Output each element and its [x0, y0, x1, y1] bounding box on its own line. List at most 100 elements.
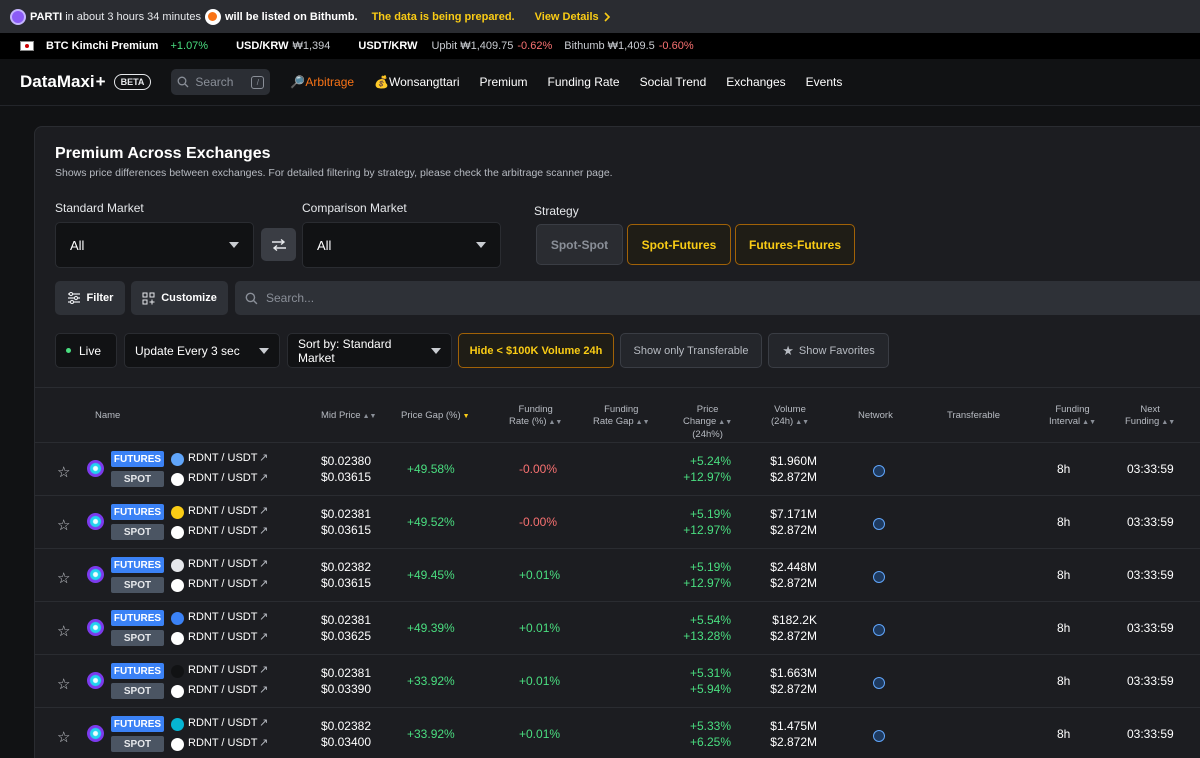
nav-events[interactable]: Events: [806, 75, 843, 89]
header-price-change-line1: Price: [696, 404, 719, 415]
comparison-market-select[interactable]: All: [302, 222, 501, 268]
price-change-futures: +5.24%: [689, 454, 731, 468]
standard-market-select[interactable]: All: [55, 222, 254, 268]
update-interval-select[interactable]: Update Every 3 sec: [124, 333, 280, 368]
favorite-star-icon[interactable]: ☆: [57, 516, 70, 534]
favorite-star-icon[interactable]: ☆: [57, 675, 70, 693]
datamaxi-logo[interactable]: DataMaxi +: [20, 72, 106, 92]
table-row[interactable]: ☆ FUTURES SPOT RDNT / USDT RDNT / USDT ↗…: [35, 707, 1200, 758]
view-details-link[interactable]: View Details: [535, 11, 611, 23]
header-name[interactable]: Name: [95, 410, 120, 422]
external-link-icon[interactable]: ↗: [259, 736, 268, 749]
header-funding-rate-gap[interactable]: Funding Rate Gap ▲▼: [593, 404, 650, 429]
price-change-futures: +5.19%: [689, 507, 731, 521]
external-link-icon[interactable]: ↗: [259, 577, 268, 590]
spot-tag: SPOT: [111, 683, 164, 699]
show-transferable-button[interactable]: Show only Transferable: [620, 333, 762, 368]
spot-tag: SPOT: [111, 577, 164, 593]
strategy-spot-spot[interactable]: Spot-Spot: [536, 224, 623, 265]
table-row[interactable]: ☆ FUTURES SPOT RDNT / USDT RDNT / USDT ↗…: [35, 654, 1200, 707]
volume-spot: $2.872M: [770, 629, 817, 643]
spot-pair[interactable]: RDNT / USDT: [188, 578, 257, 590]
next-funding: 03:33:59: [1127, 515, 1174, 529]
futures-pair[interactable]: RDNT / USDT: [188, 611, 257, 623]
header-transferable: Transferable: [947, 410, 1000, 421]
spot-pair[interactable]: RDNT / USDT: [188, 631, 257, 643]
favorite-star-icon[interactable]: ☆: [57, 622, 70, 640]
hide-low-volume-button[interactable]: Hide < $100K Volume 24h: [458, 333, 614, 368]
strategy-spot-futures[interactable]: Spot-Futures: [627, 224, 731, 265]
external-link-icon[interactable]: ↗: [259, 630, 268, 643]
header-price-change[interactable]: Price Change ▲▼ (24h%): [683, 404, 732, 441]
view-details-label: View Details: [534, 10, 599, 23]
external-link-icon[interactable]: ↗: [259, 504, 268, 517]
futures-pair[interactable]: RDNT / USDT: [188, 452, 257, 464]
nav-wonsangttari[interactable]: 💰Wonsangttari: [374, 75, 459, 89]
kimchi-premium-label: BTC Kimchi Premium: [46, 40, 159, 52]
nav-premium[interactable]: Premium: [480, 75, 528, 89]
external-link-icon[interactable]: ↗: [259, 610, 268, 623]
external-link-icon[interactable]: ↗: [259, 471, 268, 484]
header-next-funding[interactable]: Next Funding ▲▼: [1125, 404, 1175, 429]
header-network: Network: [858, 410, 893, 421]
header-price-gap[interactable]: Price Gap (%) ▼: [401, 410, 470, 423]
header-volume[interactable]: Volume (24h) ▲▼: [771, 404, 809, 429]
nav-exchanges[interactable]: Exchanges: [726, 75, 785, 89]
spot-pair[interactable]: RDNT / USDT: [188, 525, 257, 537]
header-funding-interval[interactable]: Funding Interval ▲▼: [1049, 404, 1096, 429]
header-volume-line2: (24h): [771, 416, 794, 427]
strategy-futures-futures[interactable]: Futures-Futures: [735, 224, 855, 265]
mid-price: $0.02381 $0.03390: [319, 665, 371, 697]
header-funding-rate-line1: Funding: [518, 404, 553, 415]
mid-price-spot: $0.03615: [320, 576, 371, 590]
table-search-input[interactable]: Search...: [235, 281, 1200, 315]
strategy-label: Strategy: [534, 204, 579, 218]
mid-price-futures: $0.02380: [320, 454, 371, 468]
header-interval-line2: Interval: [1049, 416, 1081, 427]
funding-rate: -0.00%: [519, 515, 558, 529]
price-change-spot: +13.28%: [683, 629, 731, 643]
nav-search-input[interactable]: Search /: [171, 69, 271, 95]
filter-button[interactable]: Filter: [55, 281, 125, 315]
spot-pair[interactable]: RDNT / USDT: [188, 737, 257, 749]
show-favorites-button[interactable]: ★ Show Favorites: [768, 333, 889, 368]
external-link-icon[interactable]: ↗: [259, 716, 268, 729]
header-mid-price[interactable]: Mid Price ▲▼: [321, 410, 376, 423]
favorite-star-icon[interactable]: ☆: [57, 463, 70, 481]
network-icon: [873, 571, 885, 583]
table-row[interactable]: ☆ FUTURES SPOT RDNT / USDT RDNT / USDT ↗…: [35, 548, 1200, 601]
volume-futures: $182.2K: [772, 613, 817, 627]
sort-icon: ▲▼: [1082, 419, 1097, 426]
table-row[interactable]: ☆ FUTURES SPOT RDNT / USDT RDNT / USDT ↗…: [35, 601, 1200, 654]
swap-markets-button[interactable]: [261, 228, 296, 261]
futures-pair[interactable]: RDNT / USDT: [188, 664, 257, 676]
futures-pair[interactable]: RDNT / USDT: [188, 505, 257, 517]
external-link-icon[interactable]: ↗: [259, 524, 268, 537]
futures-pair[interactable]: RDNT / USDT: [188, 717, 257, 729]
nav-social-trend[interactable]: Social Trend: [640, 75, 707, 89]
customize-button[interactable]: Customize: [131, 281, 228, 315]
sort-select[interactable]: Sort by: Standard Market: [287, 333, 452, 368]
favorite-star-icon[interactable]: ☆: [57, 728, 70, 746]
nav-arbitrage[interactable]: 🔎Arbitrage: [290, 75, 354, 89]
spot-pair[interactable]: RDNT / USDT: [188, 684, 257, 696]
update-interval-value: Update Every 3 sec: [135, 343, 240, 358]
header-funding-rate[interactable]: Funding Rate (%) ▲▼: [509, 404, 562, 429]
funding-interval: 8h: [1057, 727, 1071, 741]
table-row[interactable]: ☆ FUTURES SPOT RDNT / USDT RDNT / USDT ↗…: [35, 495, 1200, 548]
live-toggle[interactable]: Live: [55, 333, 117, 368]
price-gap: +33.92%: [407, 727, 455, 741]
favorite-star-icon[interactable]: ☆: [57, 569, 70, 587]
price-change-futures: +5.54%: [689, 613, 731, 627]
futures-tag: FUTURES: [111, 451, 164, 467]
external-link-icon[interactable]: ↗: [259, 451, 268, 464]
price-change-futures: +5.19%: [689, 560, 731, 574]
external-link-icon[interactable]: ↗: [259, 683, 268, 696]
external-link-icon[interactable]: ↗: [259, 557, 268, 570]
table-row[interactable]: ☆ FUTURES SPOT RDNT / USDT RDNT / USDT ↗…: [35, 442, 1200, 495]
spot-pair[interactable]: RDNT / USDT: [188, 472, 257, 484]
mid-price-spot: $0.03615: [320, 470, 371, 484]
nav-funding-rate[interactable]: Funding Rate: [548, 75, 620, 89]
external-link-icon[interactable]: ↗: [259, 663, 268, 676]
futures-pair[interactable]: RDNT / USDT: [188, 558, 257, 570]
